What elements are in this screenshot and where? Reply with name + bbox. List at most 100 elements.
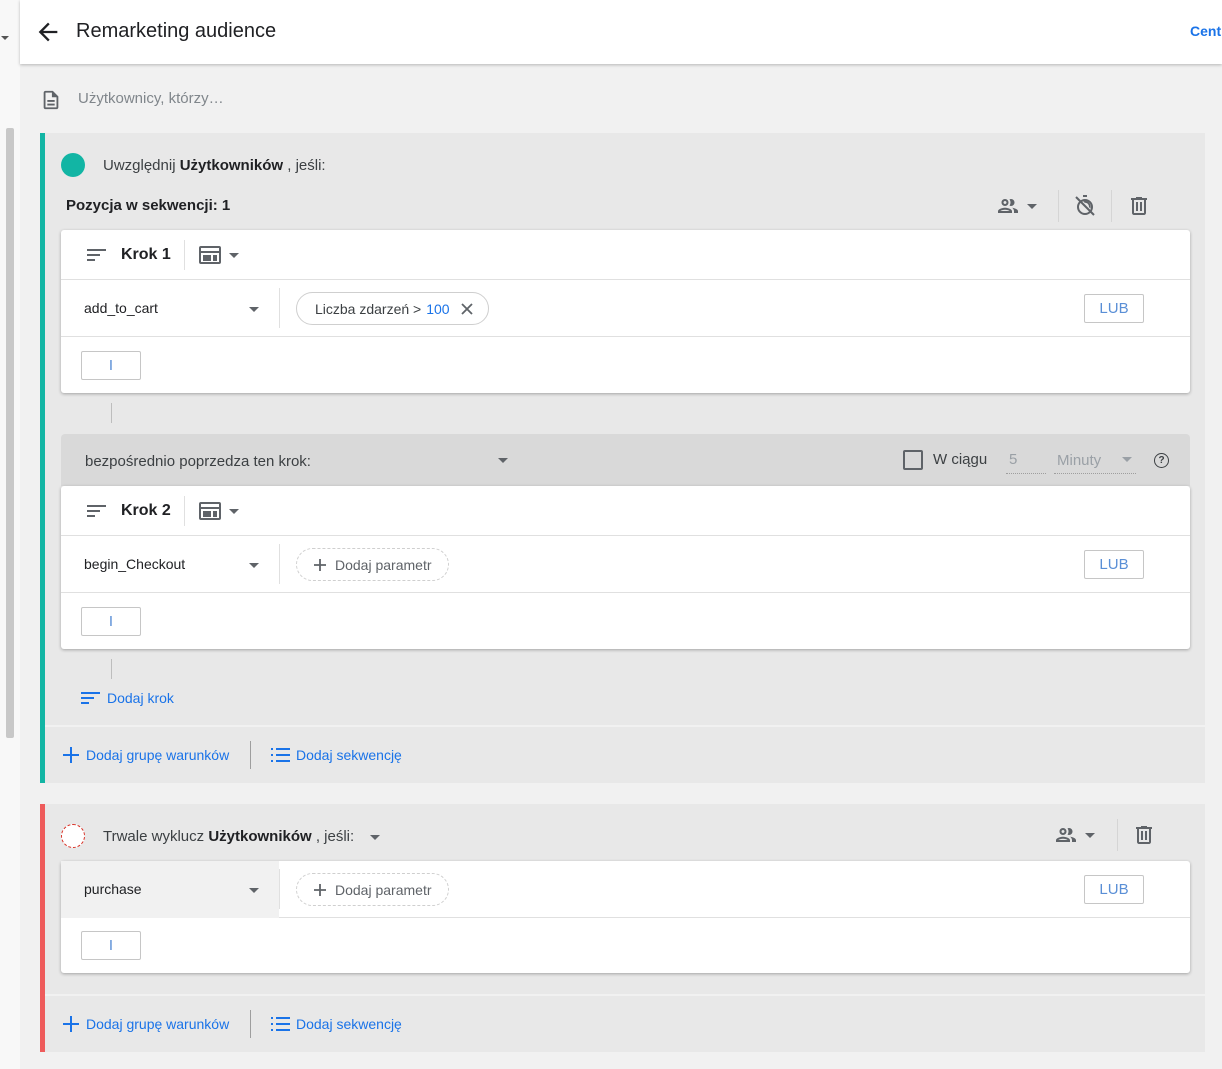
top-bar: Remarketing audience Centrum [20,0,1222,64]
page-title: Remarketing audience [76,20,277,42]
web-view-icon [199,246,221,264]
event-name: add_to_cart [84,300,158,316]
tools-divider [1111,190,1112,222]
sort-lines-icon [87,249,106,261]
arrow-back-icon [38,22,58,42]
step-2-card: Krok 2 begin_Checkout Dodaj parametr LUB [61,486,1190,649]
or-button[interactable]: LUB [1084,875,1144,904]
description-field[interactable]: Użytkownicy, którzy… [40,86,640,110]
event-divider [279,869,280,909]
and-button[interactable]: I [81,931,141,960]
sequence-tools [45,190,1205,222]
within-unit-value: Minuty [1057,452,1102,469]
add-condition-group-label: Dodaj grupę warunków [86,747,230,763]
add-sequence-label: Dodaj sekwencję [296,1016,402,1032]
add-step-button[interactable]: Dodaj krok [81,688,174,708]
step-1-card: Krok 1 add_to_cart Liczba zdarzeń > 100 [61,230,1190,393]
audience-builder: Użytkownicy, którzy… Uwzględnij Użytkown… [20,64,1222,1069]
close-icon [460,302,473,315]
scope-dropdown[interactable] [1053,819,1095,851]
add-sequence-button[interactable]: Dodaj sekwencję [270,744,402,766]
caret-icon [1,36,9,40]
exclude-group-footer: Dodaj grupę warunków Dodaj sekwencję [45,994,1205,1050]
exclude-condition-group: Trwale wyklucz Użytkowników , jeśli: pur… [40,804,1205,1052]
chip-label: Liczba zdarzeń > [315,300,422,317]
add-parameter-button[interactable]: Dodaj parametr [296,548,449,581]
document-icon [43,90,59,110]
footer-divider [250,741,251,769]
step-1-label: Krok 1 [121,246,171,263]
step-2-event-select[interactable]: begin_Checkout [61,536,279,593]
event-divider [279,288,280,328]
step-2-label: Krok 2 [121,502,171,519]
background-app-strip [0,0,20,1069]
add-parameter-label: Dodaj parametr [335,556,432,573]
footer-divider [250,1010,251,1038]
or-button[interactable]: LUB [1084,294,1144,323]
within-checkbox[interactable] [903,450,923,470]
tools-divider [1058,190,1059,222]
chevron-down-icon [1027,203,1037,209]
chevron-down-icon [229,508,239,514]
include-condition-group: Uwzględnij Użytkowników , jeśli: Pozycja… [40,133,1205,783]
numbered-list-icon [271,748,290,762]
and-button[interactable]: I [81,351,141,380]
scope-dropdown[interactable] [995,190,1037,222]
and-button[interactable]: I [81,607,141,636]
add-condition-group-button[interactable]: Dodaj grupę warunków [62,744,229,766]
scrollbar[interactable] [6,128,14,738]
header-right-link[interactable]: Centrum [1190,23,1222,39]
description-placeholder: Użytkownicy, którzy… [78,90,224,107]
include-subject[interactable]: Użytkowników [180,157,283,174]
people-icon [998,199,1018,213]
chevron-down-icon [249,307,259,312]
within-unit-select[interactable]: Minuty [1054,448,1136,474]
event-divider [279,544,280,584]
chip-remove-button[interactable] [460,302,474,316]
exclude-event-row: purchase Dodaj parametr LUB [61,861,1190,918]
add-condition-group-button[interactable]: Dodaj grupę warunków [62,1013,229,1035]
step-1-event-row: add_to_cart Liczba zdarzeń > 100 LUB [61,280,1190,337]
add-step-label: Dodaj krok [107,690,174,706]
tools-divider [1117,819,1118,851]
plus-icon [314,883,326,896]
include-suffix: , jeśli: [287,157,326,174]
trash-icon [1136,826,1152,844]
sequence-condition-select[interactable]: bezpośrednio poprzedza ten krok: [61,434,521,486]
step-connector [111,403,112,423]
header-divider [184,240,185,270]
trash-icon [1131,197,1147,215]
step-2-header: Krok 2 [61,486,1190,536]
chevron-down-icon [1085,832,1095,838]
back-button[interactable] [34,18,62,46]
people-icon [1056,828,1076,842]
include-heading: Uwzględnij Użytkowników , jeśli: [103,157,326,174]
sort-lines-icon [81,692,100,704]
add-sequence-label: Dodaj sekwencję [296,747,402,763]
add-condition-group-label: Dodaj grupę warunków [86,1016,230,1032]
plus-icon [63,747,79,763]
exclude-tools [45,819,1205,851]
event-name: begin_Checkout [84,556,186,572]
step-1-header: Krok 1 [61,230,1190,280]
delete-exclude-button[interactable] [1132,819,1156,851]
chevron-down-icon [249,563,259,568]
within-value-input[interactable]: 5 [1006,448,1046,474]
help-icon[interactable]: ? [1154,453,1169,468]
exclude-event-select[interactable]: purchase [61,861,279,918]
event-count-chip[interactable]: Liczba zdarzeń > 100 [296,292,489,325]
chip-value: 100 [426,300,450,317]
step-2-view-dropdown[interactable] [199,500,239,522]
timer-off-button[interactable] [1073,190,1097,222]
add-parameter-button[interactable]: Dodaj parametr [296,873,449,906]
step-1-view-dropdown[interactable] [199,244,239,266]
or-button[interactable]: LUB [1084,550,1144,579]
condition-text: bezpośrednio poprzedza ten krok: [85,453,311,470]
delete-sequence-button[interactable] [1127,190,1151,222]
chevron-down-icon [249,888,259,893]
include-status-dot [61,153,85,177]
numbered-list-icon [271,1017,290,1031]
step-1-event-select[interactable]: add_to_cart [61,280,279,337]
add-sequence-button[interactable]: Dodaj sekwencję [270,1013,402,1035]
event-name: purchase [84,881,142,897]
